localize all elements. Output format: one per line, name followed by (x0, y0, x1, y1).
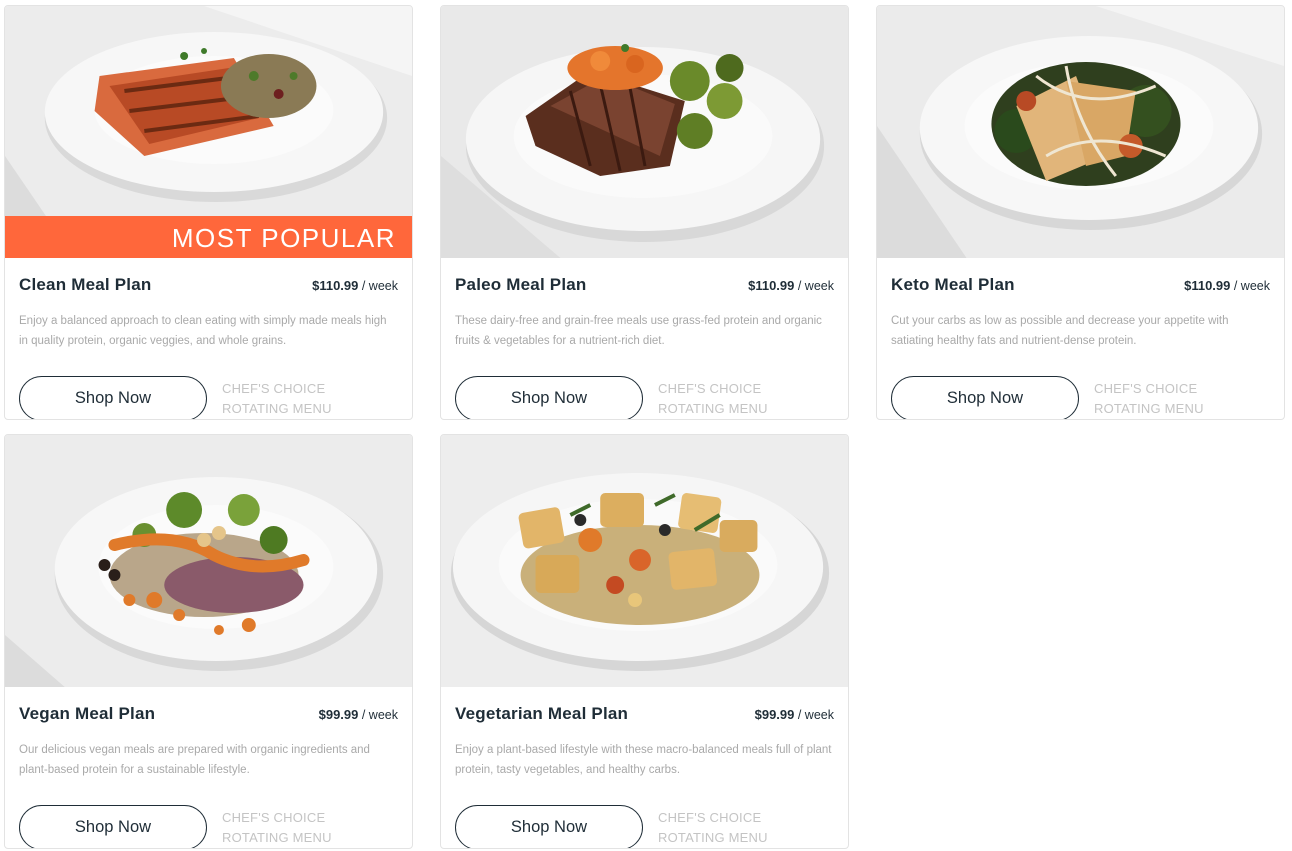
price-period: / week (361, 279, 398, 293)
plan-price: $110.99 / week (312, 278, 398, 293)
rotating-menu-note: CHEF'S CHOICE ROTATING MENU (1094, 380, 1204, 416)
plan-title[interactable]: Clean Meal Plan (19, 275, 151, 295)
plan-price: $99.99 / week (755, 707, 834, 722)
rotating-menu-note: CHEF'S CHOICE ROTATING MENU (658, 809, 768, 845)
meal-plan-card-paleo: Paleo Meal Plan $110.99 / week These dai… (440, 5, 849, 420)
plan-title[interactable]: Vegetarian Meal Plan (455, 704, 628, 724)
meal-photo-vegan-bowl[interactable] (5, 435, 412, 687)
plan-description: These dairy-free and grain-free meals us… (455, 315, 822, 347)
shop-now-button[interactable]: Shop Now (891, 376, 1079, 419)
shop-now-button[interactable]: Shop Now (455, 805, 643, 848)
meal-photo-salmon[interactable]: MOST POPULAR (5, 6, 412, 258)
price-amount: $99.99 (318, 707, 359, 722)
meal-plan-card-vegan: Vegan Meal Plan $99.99 / week Our delici… (4, 434, 413, 849)
rotating-menu-note: CHEF'S CHOICE ROTATING MENU (658, 380, 768, 416)
price-period: / week (1233, 279, 1270, 293)
meal-plan-grid: MOST POPULAR Clean Meal Plan $110.99 / w… (0, 0, 1292, 851)
meal-plan-card-vegetarian: Vegetarian Meal Plan $99.99 / week Enjoy… (440, 434, 849, 849)
meal-photo-steak[interactable] (441, 6, 848, 258)
price-amount: $99.99 (754, 707, 795, 722)
plan-description: Our delicious vegan meals are prepared w… (19, 744, 370, 776)
price-amount: $110.99 (1184, 278, 1231, 293)
meal-plan-card-clean: MOST POPULAR Clean Meal Plan $110.99 / w… (4, 5, 413, 420)
plan-price: $110.99 / week (1184, 278, 1270, 293)
plan-price: $110.99 / week (748, 278, 834, 293)
plan-description: Enjoy a balanced approach to clean eatin… (19, 315, 387, 347)
plan-description: Enjoy a plant-based lifestyle with these… (455, 744, 832, 776)
rotating-menu-note: CHEF'S CHOICE ROTATING MENU (222, 809, 332, 845)
meal-plan-card-keto: Keto Meal Plan $110.99 / week Cut your c… (876, 5, 1285, 420)
plan-description: Cut your carbs as low as possible and de… (891, 315, 1229, 347)
meal-photo-keto-salad[interactable] (877, 6, 1284, 258)
meal-photo-tofu-quinoa[interactable] (441, 435, 848, 687)
shop-now-button[interactable]: Shop Now (19, 376, 207, 419)
plan-title[interactable]: Paleo Meal Plan (455, 275, 587, 295)
most-popular-badge: MOST POPULAR (5, 216, 412, 258)
price-period: / week (797, 708, 834, 722)
price-amount: $110.99 (748, 278, 795, 293)
shop-now-button[interactable]: Shop Now (455, 376, 643, 419)
price-amount: $110.99 (312, 278, 359, 293)
rotating-menu-note: CHEF'S CHOICE ROTATING MENU (222, 380, 332, 416)
plan-title[interactable]: Keto Meal Plan (891, 275, 1015, 295)
shop-now-button[interactable]: Shop Now (19, 805, 207, 848)
price-period: / week (797, 279, 834, 293)
price-period: / week (361, 708, 398, 722)
plan-price: $99.99 / week (319, 707, 398, 722)
plan-title[interactable]: Vegan Meal Plan (19, 704, 155, 724)
